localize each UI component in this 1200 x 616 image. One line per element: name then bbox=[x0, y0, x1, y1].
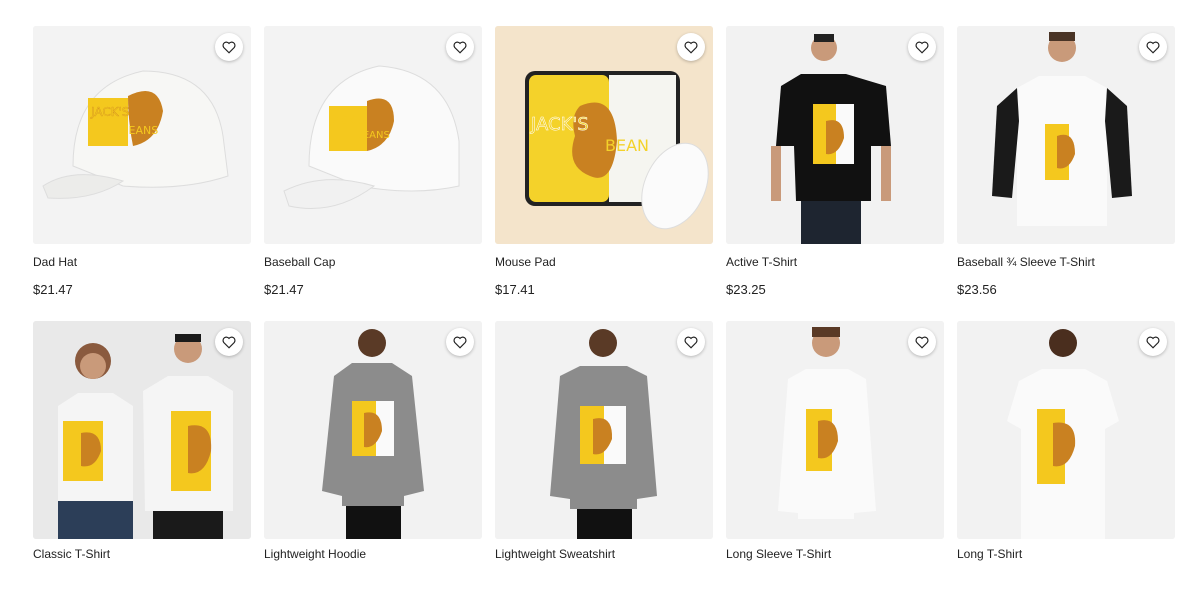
product-name[interactable]: Classic T-Shirt bbox=[33, 547, 251, 561]
product-price: $23.56 bbox=[957, 282, 997, 297]
heart-outline-icon bbox=[915, 336, 929, 349]
product-price: $21.47 bbox=[264, 282, 304, 297]
product-price: $21.47 bbox=[33, 282, 73, 297]
product-card-mouse-pad[interactable]: JACK'S BEAN Mouse Pad $17.41 bbox=[495, 26, 713, 321]
svg-text:BEAN: BEAN bbox=[605, 136, 649, 155]
product-card-dad-hat[interactable]: JACK'S BEANS Dad Hat $21.47 bbox=[33, 26, 251, 321]
product-card-long-tshirt[interactable]: Long T-Shirt bbox=[957, 321, 1175, 616]
product-card-classic-tshirt[interactable]: Classic T-Shirt bbox=[33, 321, 251, 616]
heart-outline-icon bbox=[222, 41, 236, 54]
product-image[interactable] bbox=[495, 321, 713, 539]
product-image[interactable] bbox=[957, 26, 1175, 244]
favorite-button[interactable] bbox=[446, 33, 474, 61]
product-image[interactable]: JACK'S BEANS bbox=[264, 26, 482, 244]
product-image[interactable] bbox=[726, 321, 944, 539]
product-image[interactable]: JACK'S BEAN bbox=[495, 26, 713, 244]
product-image[interactable] bbox=[726, 26, 944, 244]
heart-outline-icon bbox=[1146, 41, 1160, 54]
product-grid: JACK'S BEANS Dad Hat $21.47 JACK'S BEANS bbox=[33, 26, 1175, 616]
product-name[interactable]: Dad Hat bbox=[33, 255, 251, 269]
product-name[interactable]: Lightweight Sweatshirt bbox=[495, 547, 713, 561]
heart-outline-icon bbox=[684, 41, 698, 54]
product-card-lightweight-hoodie[interactable]: Lightweight Hoodie bbox=[264, 321, 482, 616]
heart-outline-icon bbox=[453, 41, 467, 54]
product-name[interactable]: Lightweight Hoodie bbox=[264, 547, 482, 561]
product-image[interactable] bbox=[33, 321, 251, 539]
svg-text:BEANS: BEANS bbox=[121, 124, 158, 137]
product-name[interactable]: Long Sleeve T-Shirt bbox=[726, 547, 944, 561]
svg-text:BEANS: BEANS bbox=[356, 130, 390, 141]
product-card-baseball-sleeve-tshirt[interactable]: Baseball ¾ Sleeve T-Shirt $23.56 bbox=[957, 26, 1175, 321]
svg-text:JACK'S: JACK'S bbox=[329, 114, 365, 127]
product-price: $23.25 bbox=[726, 282, 766, 297]
favorite-button[interactable] bbox=[215, 328, 243, 356]
heart-outline-icon bbox=[453, 336, 467, 349]
favorite-button[interactable] bbox=[215, 33, 243, 61]
favorite-button[interactable] bbox=[908, 33, 936, 61]
product-image[interactable]: JACK'S BEANS bbox=[33, 26, 251, 244]
product-name[interactable]: Baseball Cap bbox=[264, 255, 482, 269]
heart-outline-icon bbox=[222, 336, 236, 349]
favorite-button[interactable] bbox=[446, 328, 474, 356]
product-image[interactable] bbox=[957, 321, 1175, 539]
product-name[interactable]: Baseball ¾ Sleeve T-Shirt bbox=[957, 255, 1175, 269]
product-card-active-tshirt[interactable]: Active T-Shirt $23.25 bbox=[726, 26, 944, 321]
product-name[interactable]: Long T-Shirt bbox=[957, 547, 1175, 561]
favorite-button[interactable] bbox=[908, 328, 936, 356]
favorite-button[interactable] bbox=[1139, 328, 1167, 356]
favorite-button[interactable] bbox=[677, 33, 705, 61]
heart-outline-icon bbox=[915, 41, 929, 54]
product-card-baseball-cap[interactable]: JACK'S BEANS Baseball Cap $21.47 bbox=[264, 26, 482, 321]
product-card-lightweight-sweatshirt[interactable]: Lightweight Sweatshirt bbox=[495, 321, 713, 616]
heart-outline-icon bbox=[1146, 336, 1160, 349]
heart-outline-icon bbox=[684, 336, 698, 349]
product-name[interactable]: Active T-Shirt bbox=[726, 255, 944, 269]
svg-text:JACK'S: JACK'S bbox=[530, 114, 589, 135]
product-price: $17.41 bbox=[495, 282, 535, 297]
favorite-button[interactable] bbox=[677, 328, 705, 356]
svg-text:JACK'S: JACK'S bbox=[90, 105, 130, 119]
product-card-long-sleeve-tshirt[interactable]: Long Sleeve T-Shirt bbox=[726, 321, 944, 616]
product-image[interactable] bbox=[264, 321, 482, 539]
product-name[interactable]: Mouse Pad bbox=[495, 255, 713, 269]
favorite-button[interactable] bbox=[1139, 33, 1167, 61]
